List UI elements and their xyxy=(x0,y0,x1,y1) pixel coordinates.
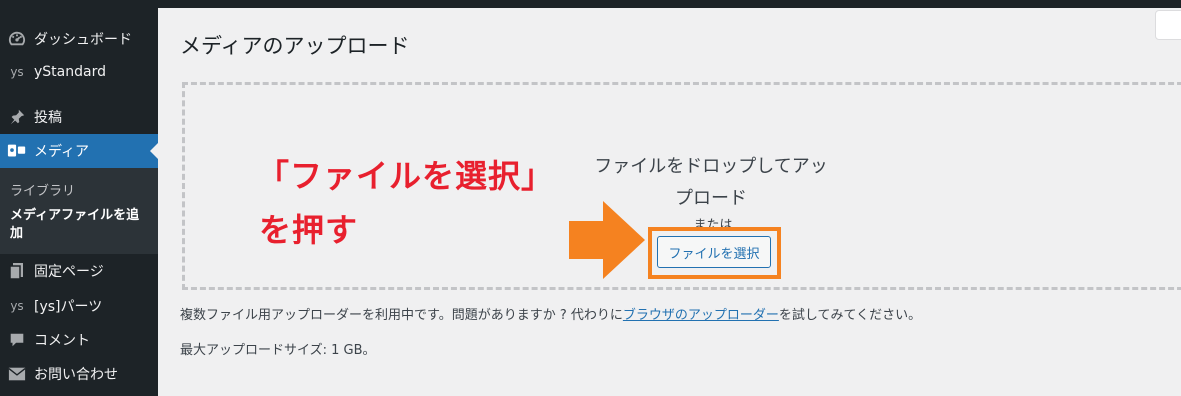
drop-instructions: ファイルをドロップしてアップロード xyxy=(594,156,828,209)
annotation-line1: 「ファイルを選択」 xyxy=(257,157,555,195)
sidebar-item-label: yStandard xyxy=(34,64,106,80)
sidebar-item-label: コメント xyxy=(34,333,90,349)
sidebar-item-label: [ys]パーツ xyxy=(34,299,103,315)
upload-dropzone[interactable]: 「ファイルを選択」 を押す ファイルをドロップしてアップロード または ファイル… xyxy=(182,82,1181,290)
uploader-info-text: 複数ファイル用アップローダーを利用中です。問題がありますか ? 代わりに xyxy=(180,308,623,323)
comment-icon xyxy=(0,331,34,349)
page-title: メディアのアップロード xyxy=(180,34,410,58)
max-upload-size: 最大アップロードサイズ: 1 GB。 xyxy=(180,343,376,358)
submenu-library[interactable]: ライブラリ xyxy=(10,180,75,199)
browser-uploader-link[interactable]: ブラウザのアップローダー xyxy=(623,308,779,323)
ys-icon: ys xyxy=(10,299,24,313)
select-files-button[interactable]: ファイルを選択 xyxy=(657,236,771,268)
sidebar-item-media[interactable]: メディア xyxy=(0,134,158,168)
media-submenu: ライブラリ メディアファイルを追加 xyxy=(0,168,158,254)
uploader-info-text-end: を試してみてください。 xyxy=(778,308,922,323)
sidebar-item-ystandard[interactable]: ys yStandard xyxy=(0,55,158,89)
sidebar-item-posts[interactable]: 投稿 xyxy=(0,100,158,134)
sidebar-item-contact[interactable]: お問い合わせ xyxy=(0,357,158,391)
sidebar-item-ys-parts[interactable]: ys [ys]パーツ xyxy=(0,289,158,323)
uploader-info: 複数ファイル用アップローダーを利用中です。問題がありますか ? 代わりにブラウザ… xyxy=(180,304,921,323)
sidebar-item-pages[interactable]: 固定ページ xyxy=(0,254,158,288)
sidebar-item-label: 投稿 xyxy=(34,110,62,126)
main-content: メディアのアップロード 「ファイルを選択」 を押す ファイルをドロップしてアップ… xyxy=(158,8,1181,396)
screen-options-tab[interactable] xyxy=(1155,10,1181,40)
page-icon xyxy=(0,262,34,280)
mail-icon xyxy=(0,366,34,382)
sidebar-item-label: 固定ページ xyxy=(34,264,104,280)
sidebar-item-label: お問い合わせ xyxy=(34,367,118,383)
sidebar-item-dashboard[interactable]: ダッシュボード xyxy=(0,22,158,56)
ys-icon: ys xyxy=(10,65,24,79)
media-icon xyxy=(0,142,34,160)
dashboard-icon xyxy=(0,30,34,48)
admin-bar xyxy=(0,0,1181,8)
sidebar-item-label: ダッシュボード xyxy=(34,32,132,48)
pin-icon xyxy=(0,108,34,126)
sidebar-item-comments[interactable]: コメント xyxy=(0,323,158,357)
admin-sidebar: ダッシュボード ys yStandard 投稿 メディア ライブラリ メディアフ… xyxy=(0,8,158,396)
annotation-line2: を押す xyxy=(259,211,359,249)
submenu-add-new[interactable]: メディアファイルを追加 xyxy=(10,207,150,243)
sidebar-item-label: メディア xyxy=(34,144,90,160)
